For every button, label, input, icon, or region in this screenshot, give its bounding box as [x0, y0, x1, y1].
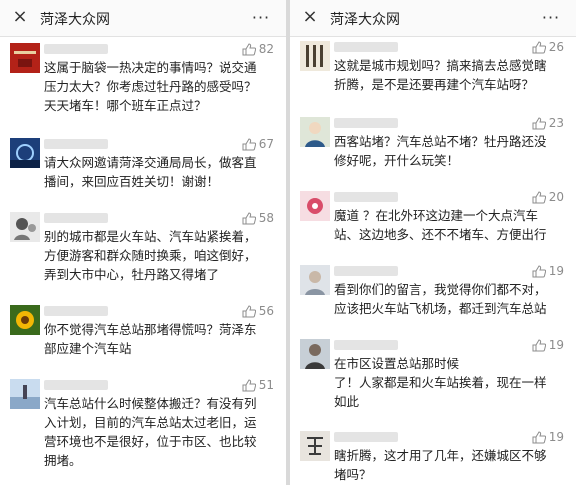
comment-text: 瞎折腾，这才用了几年，还嫌城区不够 堵吗？: [334, 448, 547, 482]
commenter-name-blurred: [334, 42, 398, 52]
left-screenshot-panel: × 菏泽大众网 ··· 82 这属于脑袋一热决定的事情吗？说交通 压力太大？你考…: [0, 0, 286, 485]
comment-text: 在市区设置总站那时候 了！人家都是和火车站挨着，现在一样 如此: [334, 356, 547, 409]
commenter-name-blurred: [334, 118, 398, 128]
like-button[interactable]: 19: [532, 430, 564, 444]
avatar[interactable]: [300, 265, 330, 295]
thumbs-up-icon: [532, 338, 546, 351]
commenter-name-blurred: [44, 44, 108, 54]
thumbs-up-icon: [532, 116, 546, 129]
like-button[interactable]: 56: [242, 304, 274, 318]
avatar[interactable]: [300, 431, 330, 461]
like-button[interactable]: 82: [242, 42, 274, 56]
avatar[interactable]: [10, 305, 40, 335]
avatar[interactable]: [10, 212, 40, 242]
like-count: 26: [548, 40, 564, 54]
like-button[interactable]: 26: [532, 40, 564, 54]
comment-text: 这就是城市规划吗？搞来搞去总感觉瞎 折腾，是不是还要再建个汽车站呀？: [334, 58, 547, 92]
comment-text: 魔道 ？在北外环这边建一个大点汽车 站、这边地多、还不不堵车、方便出行: [334, 208, 547, 242]
comment-text: 这属于脑袋一热决定的事情吗？说交通 压力太大？你考虑过牡丹路的感受吗？ 天天堵车…: [44, 60, 257, 113]
like-count: 82: [258, 42, 274, 56]
avatar[interactable]: [10, 138, 40, 168]
like-button[interactable]: 67: [242, 137, 274, 151]
comment-text: 汽车总站什么时候整体搬迁？有没有列 入计划，目前的汽车总站太过老旧，运 营环境也…: [44, 396, 257, 468]
avatar[interactable]: [300, 191, 330, 221]
like-count: 19: [548, 430, 564, 444]
avatar[interactable]: [10, 379, 40, 409]
thumbs-up-icon: [532, 430, 546, 443]
page-title: 菏泽大众网: [40, 12, 110, 28]
avatar[interactable]: [300, 41, 330, 71]
like-count: 23: [548, 116, 564, 130]
commenter-name-blurred: [44, 306, 108, 316]
more-options-icon[interactable]: ···: [250, 8, 272, 28]
like-count: 19: [548, 338, 564, 352]
avatar[interactable]: [300, 117, 330, 147]
close-icon[interactable]: ×: [10, 7, 30, 27]
like-button[interactable]: 23: [532, 116, 564, 130]
like-button[interactable]: 19: [532, 338, 564, 352]
comment-text: 别的城市都是火车站、汽车站紧挨着， 方便游客和群众随时换乘，咱这倒好， 弄到大市…: [44, 229, 257, 282]
comment-text: 看到你们的留言，我觉得你们都不对， 应该把火车站飞机场，都迁到汽车总站: [334, 282, 547, 316]
like-count: 20: [548, 190, 564, 204]
close-icon[interactable]: ×: [300, 7, 320, 27]
comment-text: 请大众网邀请菏泽交通局局长，做客直 播间，来回应百姓关切！谢谢！: [44, 155, 257, 189]
like-count: 51: [258, 378, 274, 392]
like-button[interactable]: 58: [242, 211, 274, 225]
comment-text: 你不觉得汽车总站那堵得慌吗？菏泽东 部应建个汽车站: [44, 322, 257, 356]
page-title: 菏泽大众网: [330, 12, 400, 28]
top-bar: × 菏泽大众网 ···: [0, 0, 286, 37]
more-options-icon[interactable]: ···: [540, 8, 562, 28]
like-button[interactable]: 20: [532, 190, 564, 204]
like-count: 58: [258, 211, 274, 225]
avatar[interactable]: [300, 339, 330, 369]
thumbs-up-icon: [242, 211, 256, 224]
commenter-name-blurred: [44, 139, 108, 149]
commenter-name-blurred: [334, 340, 398, 350]
like-count: 19: [548, 264, 564, 278]
thumbs-up-icon: [242, 378, 256, 391]
thumbs-up-icon: [242, 304, 256, 317]
thumbs-up-icon: [532, 264, 546, 277]
like-count: 67: [258, 137, 274, 151]
commenter-name-blurred: [334, 192, 398, 202]
thumbs-up-icon: [532, 40, 546, 53]
like-button[interactable]: 19: [532, 264, 564, 278]
like-count: 56: [258, 304, 274, 318]
commenter-name-blurred: [334, 432, 398, 442]
thumbs-up-icon: [532, 190, 546, 203]
like-button[interactable]: 51: [242, 378, 274, 392]
top-bar: × 菏泽大众网 ···: [290, 0, 576, 37]
avatar[interactable]: [10, 43, 40, 73]
commenter-name-blurred: [334, 266, 398, 276]
commenter-name-blurred: [44, 380, 108, 390]
thumbs-up-icon: [242, 137, 256, 150]
thumbs-up-icon: [242, 42, 256, 55]
right-screenshot-panel: × 菏泽大众网 ··· 26 这就是城市规划吗？搞来搞去总感觉瞎 折腾，是不是还…: [290, 0, 576, 485]
commenter-name-blurred: [44, 213, 108, 223]
comment-text: 西客站堵？汽车总站不堵？牡丹路还没 修好呢，开什么玩笑！: [334, 134, 547, 168]
